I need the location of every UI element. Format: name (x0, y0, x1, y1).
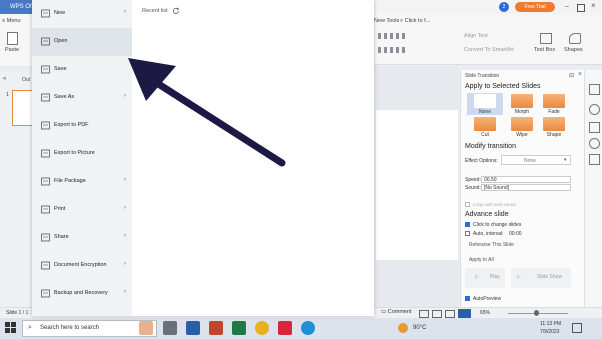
annotation-arrow (0, 0, 602, 339)
